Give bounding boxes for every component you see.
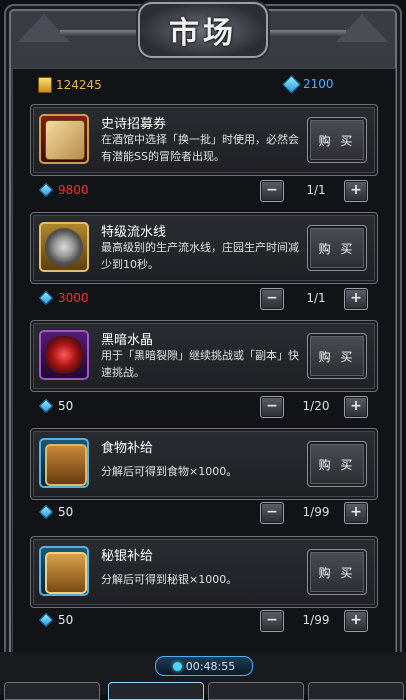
- scroll-icon: [39, 114, 89, 164]
- buy-button[interactable]: 购 买: [307, 549, 367, 595]
- gem-display: 2100: [282, 74, 334, 94]
- increase-button[interactable]: +: [344, 610, 368, 632]
- gear-icon: [39, 222, 89, 272]
- decrease-button[interactable]: −: [260, 610, 284, 632]
- price: 50: [38, 504, 74, 520]
- item-name: 食物补给: [101, 441, 154, 456]
- quantity: 1/20: [302, 399, 330, 413]
- gem-amount: 2100: [303, 77, 334, 91]
- price-value: 3000: [58, 291, 89, 305]
- price-value: 50: [58, 613, 74, 627]
- price-row: 9800 − 1/1 +: [30, 180, 376, 202]
- price-row: 50 − 1/99 +: [30, 502, 376, 524]
- title-bar-right: [268, 30, 346, 36]
- bottom-tab[interactable]: [108, 682, 204, 700]
- timer-icon: [172, 661, 182, 671]
- frame-ornament-right: [336, 14, 388, 42]
- price: 50: [38, 612, 74, 628]
- price-row: 50 − 1/20 +: [30, 396, 376, 418]
- item-name: 秘银补给: [101, 549, 154, 564]
- shop-item: 黑暗水晶 用于「黑暗裂隙」继续挑战或「副本」快速挑战。 购 买: [30, 320, 378, 392]
- gold-display: 124245: [38, 77, 102, 93]
- item-name: 史诗招募券: [101, 117, 167, 132]
- gem-icon: [38, 182, 54, 198]
- item-name: 特级流水线: [101, 225, 167, 240]
- chest-icon: [39, 546, 89, 596]
- increase-button[interactable]: +: [344, 180, 368, 202]
- price-row: 50 − 1/99 +: [30, 610, 376, 632]
- currency-bar: 124245 2100: [16, 74, 390, 96]
- shop-item: 史诗招募券 在酒馆中选择「换一批」时使用，必然会有潜能SS的冒险者出现。 购 买: [30, 104, 378, 176]
- item-name: 黑暗水晶: [101, 333, 154, 348]
- bottom-tab[interactable]: [208, 682, 304, 700]
- chest-icon: [39, 438, 89, 488]
- gem-icon: [38, 290, 54, 306]
- gold-amount: 124245: [56, 78, 102, 92]
- shop-item: 食物补给 分解后可得到食物×1000。 购 买: [30, 428, 378, 500]
- gold-icon: [38, 77, 52, 93]
- timer-value: 00:48:55: [185, 659, 236, 673]
- quantity: 1/99: [302, 613, 330, 627]
- gem-icon: [38, 612, 54, 628]
- increase-button[interactable]: +: [344, 396, 368, 418]
- shop-item: 秘银补给 分解后可得到秘银×1000。 购 买: [30, 536, 378, 608]
- page-title: 市场: [169, 16, 237, 51]
- increase-button[interactable]: +: [344, 502, 368, 524]
- increase-button[interactable]: +: [344, 288, 368, 310]
- gem-icon: [38, 504, 54, 520]
- gem-icon: [38, 398, 54, 414]
- item-description: 最高级别的生产流水线，庄园生产时间减少到10秒。: [101, 241, 299, 271]
- item-description: 分解后可得到食物×1000。: [101, 465, 238, 478]
- title-plate: 市场: [138, 2, 268, 58]
- frame-ornament-left: [18, 14, 70, 42]
- quantity: 1/99: [302, 505, 330, 519]
- quantity: 1/1: [306, 183, 326, 197]
- price-value: 50: [58, 505, 74, 519]
- decrease-button[interactable]: −: [260, 502, 284, 524]
- price-value: 50: [58, 399, 74, 413]
- price: 9800: [38, 182, 89, 198]
- decrease-button[interactable]: −: [260, 396, 284, 418]
- item-description: 分解后可得到秘银×1000。: [101, 573, 238, 586]
- bottom-tab[interactable]: [4, 682, 100, 700]
- crystal-icon: [39, 330, 89, 380]
- buy-button[interactable]: 购 买: [307, 225, 367, 271]
- buy-button[interactable]: 购 买: [307, 441, 367, 487]
- shop-item: 特级流水线 最高级别的生产流水线，庄园生产时间减少到10秒。 购 买: [30, 212, 378, 284]
- gem-icon: [282, 74, 301, 94]
- title-bar-left: [60, 30, 138, 36]
- buy-button[interactable]: 购 买: [307, 333, 367, 379]
- price-value: 9800: [58, 183, 89, 197]
- price-row: 3000 − 1/1 +: [30, 288, 376, 310]
- decrease-button[interactable]: −: [260, 288, 284, 310]
- bottom-tab[interactable]: [308, 682, 404, 700]
- price: 50: [38, 398, 74, 414]
- quantity: 1/1: [306, 291, 326, 305]
- decrease-button[interactable]: −: [260, 180, 284, 202]
- refresh-timer: 00:48:55: [155, 656, 253, 676]
- buy-button[interactable]: 购 买: [307, 117, 367, 163]
- item-description: 在酒馆中选择「换一批」时使用，必然会有潜能SS的冒险者出现。: [101, 133, 299, 163]
- price: 3000: [38, 290, 89, 306]
- item-description: 用于「黑暗裂隙」继续挑战或「副本」快速挑战。: [101, 349, 299, 379]
